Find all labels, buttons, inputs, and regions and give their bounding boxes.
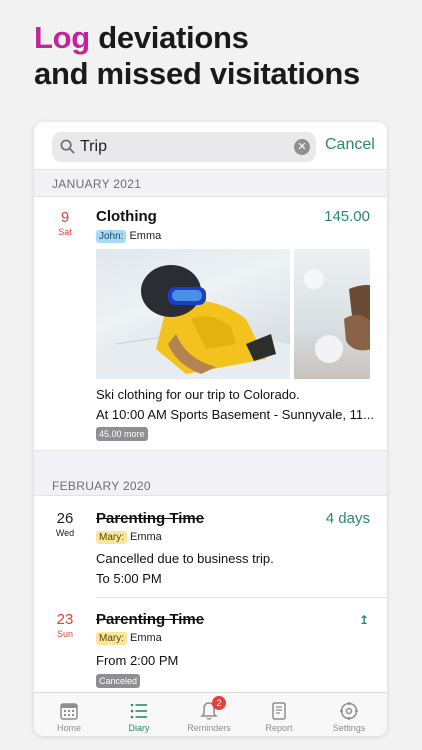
entry-title: Clothing	[96, 208, 157, 225]
section-label: FEBRUARY 2020	[52, 479, 151, 493]
entry-duration: 4 days	[325, 510, 370, 527]
tab-reminders[interactable]: 2 Reminders	[174, 693, 244, 736]
more-amount-badge: 45.00 more	[96, 427, 148, 441]
child-name: Emma	[129, 230, 162, 242]
tab-home[interactable]: Home	[34, 693, 104, 736]
tab-label: Report	[265, 723, 293, 733]
entry-title: Parenting Time	[96, 510, 205, 527]
entry-time: To 5:00 PM	[96, 571, 162, 586]
diary-entry[interactable]: 26 Wed Parenting Time 4 days Mary: Emma C…	[34, 498, 387, 598]
tab-label: Settings	[332, 723, 366, 733]
entry-day: 26	[56, 510, 74, 527]
entry-day: 9	[60, 209, 70, 226]
entry-amount: 145.00	[324, 208, 370, 225]
entry-title: Parenting Time	[96, 611, 205, 628]
section-label: JANUARY 2021	[52, 177, 142, 191]
entry-time: From 2:00 PM	[96, 653, 179, 668]
ski-photo[interactable]	[96, 249, 290, 379]
pin-icon: ↥	[358, 613, 369, 627]
entry-note: Cancelled due to business trip.	[96, 551, 274, 566]
section-header: JANUARY 2021	[34, 169, 387, 197]
headline-accent: Log	[34, 20, 90, 55]
photo-gallery[interactable]	[96, 249, 370, 379]
entry-time-location: At 10:00 AM Sports Basement - Sunnyvale,…	[96, 407, 374, 422]
gear-icon	[340, 702, 358, 720]
entry-note: Ski clothing for our trip to Colorado.	[96, 387, 300, 402]
entry-weekday: Sat	[58, 227, 72, 237]
entry-tags: Mary: Emma	[96, 531, 162, 544]
entry-weekday: Sun	[56, 629, 73, 639]
tab-label: Reminders	[187, 723, 231, 733]
entry-weekday: Wed	[55, 528, 75, 538]
notification-badge: 2	[212, 696, 226, 710]
entry-tags: Mary: Emma	[96, 632, 162, 645]
cancel-button[interactable]: Cancel	[325, 136, 375, 154]
diary-entry[interactable]: 9 Sat Clothing 145.00 John: Emma Ski clo…	[34, 197, 387, 449]
clear-icon[interactable]: ✕	[294, 139, 310, 155]
parent-tag: Mary:	[96, 632, 127, 645]
tab-label: Diary	[128, 723, 150, 733]
parent-tag: John:	[96, 230, 127, 243]
canceled-badge: Canceled	[96, 674, 141, 688]
headline: Log deviations and missed visitations	[34, 20, 360, 92]
tab-label: Home	[56, 723, 81, 733]
list-icon	[130, 703, 147, 719]
child-name: Emma	[130, 531, 162, 543]
section-header: FEBRUARY 2020	[34, 450, 387, 496]
child-name: Emma	[130, 632, 162, 644]
app-screen: Trip ✕ Cancel JANUARY 2021 9 Sat Clothin…	[34, 122, 387, 736]
entry-day: 23	[56, 611, 74, 628]
headline-rest: deviations	[98, 20, 249, 55]
tab-settings[interactable]: Settings	[314, 693, 384, 736]
search-input[interactable]: Trip ✕	[52, 132, 316, 162]
row-divider	[96, 597, 387, 598]
tab-diary[interactable]: Diary	[104, 693, 174, 736]
diary-entry[interactable]: 23 Sun Parenting Time ↥ Mary: Emma From 2…	[34, 599, 387, 691]
snow-photo[interactable]	[294, 249, 370, 379]
entry-tags: John: Emma	[96, 230, 161, 243]
search-query: Trip	[80, 138, 107, 155]
boot-image	[304, 269, 370, 363]
tab-bar: Home Diary 2 Reminders Report Settings	[34, 692, 387, 736]
skier-image	[96, 265, 290, 379]
parent-tag: Mary:	[96, 531, 127, 544]
headline-line2: and missed visitations	[34, 56, 360, 91]
report-icon	[272, 702, 286, 720]
calendar-icon	[60, 703, 78, 720]
tab-report[interactable]: Report	[244, 693, 314, 736]
search-bar: Trip ✕ Cancel	[34, 122, 387, 170]
search-icon	[60, 139, 75, 154]
